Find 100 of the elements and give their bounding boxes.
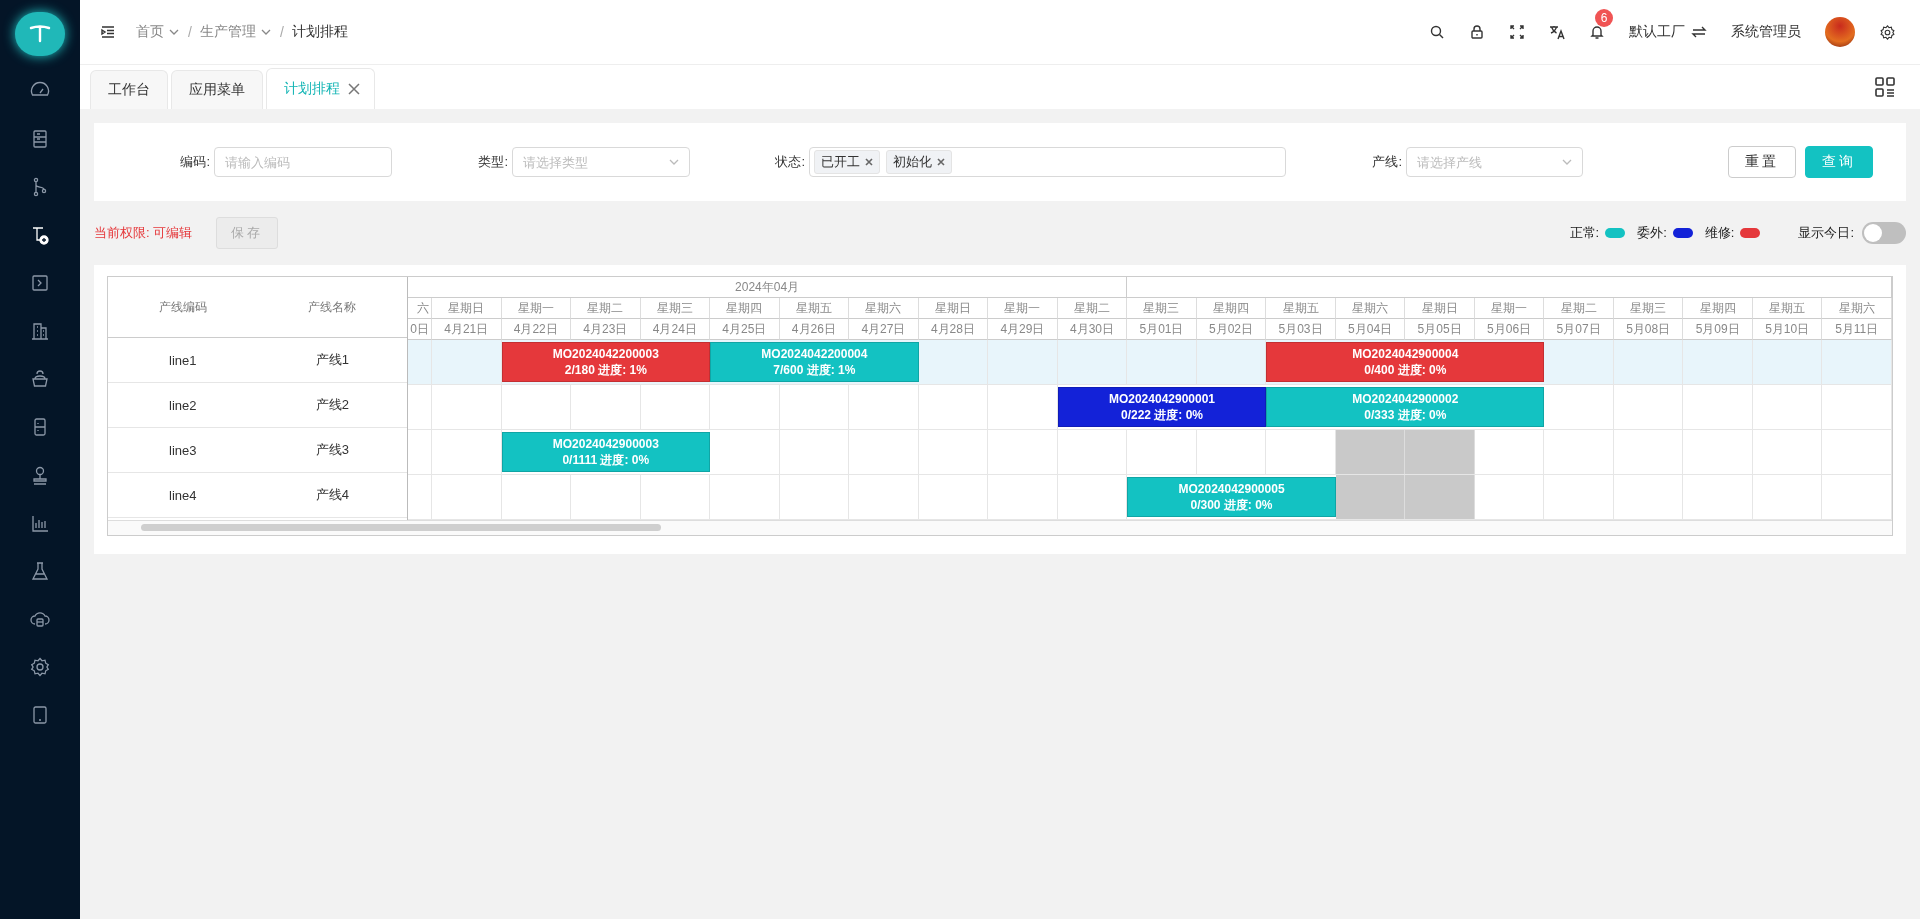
bell-icon[interactable] bbox=[1589, 24, 1605, 40]
breadcrumb-link[interactable]: 首页 bbox=[136, 23, 180, 41]
grid-icon[interactable] bbox=[1874, 76, 1896, 98]
line-code-cell-text: line2 bbox=[168, 397, 198, 413]
date-header: 4月28日 bbox=[930, 322, 975, 336]
line-name-cell-text: 产线1 bbox=[314, 351, 350, 369]
column-header: 产线编码 bbox=[157, 298, 208, 316]
weekday-header: 星期日 bbox=[1421, 301, 1458, 315]
order-bar[interactable]: MO2024042900004 0/400 进度: 0% bbox=[1266, 342, 1545, 382]
order-bar[interactable]: MO2024042200004 7/600 进度: 1% bbox=[710, 342, 919, 382]
date-header: 5月06日 bbox=[1487, 322, 1532, 336]
weekday-header: 星期二 bbox=[1073, 301, 1110, 315]
weekday-header: 星期二 bbox=[587, 301, 624, 315]
menu-icon[interactable] bbox=[100, 24, 116, 40]
select-field[interactable]: 请选择产线 bbox=[1406, 147, 1583, 177]
order-bar[interactable]: MO2024042900001 0/222 进度: 0% bbox=[1057, 387, 1267, 427]
date-header: 4月22日 bbox=[513, 322, 558, 336]
weekday-header: 星期三 bbox=[1630, 301, 1667, 315]
building-icon[interactable] bbox=[29, 320, 51, 342]
date-header: 5月10日 bbox=[1765, 322, 1810, 336]
weekday-header: 星期三 bbox=[656, 301, 693, 315]
date-header: 5月05日 bbox=[1417, 322, 1462, 336]
date-header: 4月30日 bbox=[1069, 322, 1114, 336]
line-name-cell-text: 产线2 bbox=[314, 396, 350, 414]
order-bar[interactable]: MO2024042900003 0/1111 进度: 0% bbox=[501, 432, 711, 472]
tab[interactable]: 计划排程 bbox=[266, 68, 375, 109]
close-icon[interactable] bbox=[865, 158, 873, 166]
translate-icon[interactable] bbox=[1549, 24, 1565, 40]
swap-icon bbox=[1691, 24, 1707, 40]
code-input-field[interactable]: 请输入编码 bbox=[214, 147, 392, 177]
basket-icon[interactable] bbox=[29, 368, 51, 390]
date-header: 5月03日 bbox=[1278, 322, 1323, 336]
breadcrumb-link[interactable]: 计划排程 bbox=[291, 23, 348, 41]
close-icon[interactable] bbox=[348, 83, 360, 95]
line-code-cell-text: line3 bbox=[168, 442, 198, 458]
date-header: 4月21日 bbox=[444, 322, 489, 336]
date-header: 5月04日 bbox=[1348, 322, 1393, 336]
settings-icon[interactable] bbox=[1879, 23, 1896, 41]
weekday-header: 星期二 bbox=[1560, 301, 1597, 315]
gantt-row[interactable]: MO2024042900005 0/300 进度: 0% bbox=[408, 475, 1892, 520]
filter-label: 类型: bbox=[477, 153, 509, 171]
reset-button[interactable]: 重置 bbox=[1728, 146, 1796, 178]
order-bar[interactable]: MO2024042900005 0/300 进度: 0% bbox=[1127, 477, 1336, 517]
weekday-header: 星期日 bbox=[448, 301, 485, 315]
column-header: 产线名称 bbox=[307, 298, 358, 316]
tab[interactable]: 工作台 bbox=[90, 70, 168, 109]
legend-label: 维修: bbox=[1704, 224, 1735, 242]
date-header: 4月29日 bbox=[1000, 322, 1045, 336]
date-header: 5月08日 bbox=[1626, 322, 1671, 336]
breadcrumb-separator: / bbox=[279, 24, 284, 40]
select-field[interactable]: 请选择类型 bbox=[512, 147, 690, 177]
line-name-cell-text: 产线3 bbox=[314, 441, 350, 459]
scrollbar-thumb[interactable] bbox=[141, 524, 661, 531]
query-button[interactable]: 查询 bbox=[1805, 146, 1873, 178]
status-select-field[interactable]: 已开工 初始化 bbox=[809, 147, 1286, 177]
logo-icon[interactable] bbox=[15, 12, 65, 56]
breadcrumb-link[interactable]: 生产管理 bbox=[199, 23, 272, 41]
settings-icon[interactable] bbox=[29, 656, 51, 678]
date-header: 4月24日 bbox=[652, 322, 697, 336]
date-header: 5月01日 bbox=[1139, 322, 1184, 336]
date-header: 0日 bbox=[410, 322, 429, 336]
date-header: 5月09日 bbox=[1695, 322, 1740, 336]
date-header: 5月11日 bbox=[1835, 322, 1879, 336]
line-code-cell-text: line1 bbox=[168, 352, 198, 368]
date-header: 4月25日 bbox=[722, 322, 767, 336]
gantt-row[interactable]: MO2024042200003 2/180 进度: 1% MO2024042200004 7/600 进度: 1% MO2024042900004 0/400 进度: 0% bbox=[408, 340, 1892, 385]
flask-icon[interactable] bbox=[29, 560, 51, 582]
tab[interactable]: 应用菜单 bbox=[171, 70, 263, 109]
status-tag[interactable]: 初始化 bbox=[886, 150, 952, 174]
close-icon[interactable] bbox=[937, 158, 945, 166]
order-bar[interactable]: MO2024042900002 0/333 进度: 0% bbox=[1266, 387, 1545, 427]
avatar[interactable] bbox=[1825, 17, 1855, 47]
legend-label: 委外: bbox=[1637, 224, 1667, 242]
shaded-day-block bbox=[1405, 430, 1475, 474]
weekday-header: 星期一 bbox=[1491, 301, 1528, 315]
notification-badge: 6 bbox=[1595, 9, 1613, 27]
toggle-label: 显示今日: bbox=[1798, 224, 1854, 242]
weekday-header: 星期四 bbox=[1213, 301, 1249, 315]
filter-label: 产线: bbox=[1371, 153, 1403, 171]
status-tag[interactable]: 已开工 bbox=[814, 150, 880, 174]
weekday-header: 星期四 bbox=[726, 301, 763, 315]
date-header: 5月02日 bbox=[1209, 322, 1254, 336]
terminal-icon[interactable] bbox=[29, 272, 51, 294]
filter-label: 编码: bbox=[179, 153, 211, 171]
user-name[interactable]: 系统管理员 bbox=[1731, 23, 1801, 41]
factory-name[interactable]: 默认工厂 bbox=[1629, 23, 1707, 41]
filter-label: 状态: bbox=[774, 153, 806, 171]
gantt-row[interactable]: MO2024042900001 0/222 进度: 0% MO2024042900002 0/333 进度: 0% bbox=[408, 385, 1892, 430]
date-header: 4月27日 bbox=[861, 322, 906, 336]
line-name-cell-text: 产线4 bbox=[314, 486, 350, 504]
gantt-row[interactable]: MO2024042900003 0/1111 进度: 0% bbox=[408, 430, 1892, 475]
toggle-switch[interactable] bbox=[1862, 222, 1906, 244]
lock-icon[interactable] bbox=[1469, 24, 1485, 40]
permission-text: 当前权限: 可编辑 bbox=[94, 224, 193, 242]
month-header: 2024年04月 bbox=[735, 280, 800, 294]
search-icon[interactable] bbox=[1429, 24, 1445, 40]
weekday-header: 星期五 bbox=[1282, 301, 1319, 315]
fullscreen-icon[interactable] bbox=[1509, 24, 1525, 40]
line-code-cell-text: line4 bbox=[168, 487, 198, 503]
order-bar[interactable]: MO2024042200003 2/180 进度: 1% bbox=[501, 342, 711, 382]
